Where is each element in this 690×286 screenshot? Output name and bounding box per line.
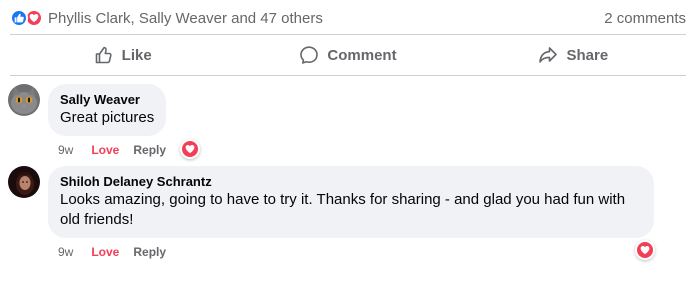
reaction-icons[interactable] — [10, 9, 43, 27]
heart-reaction-badge[interactable] — [180, 139, 200, 159]
comment-count[interactable]: 2 comments — [604, 10, 686, 27]
comment-text: Great pictures — [60, 109, 155, 126]
like-reaction-icon — [10, 9, 28, 27]
action-bar: Like Comment Share — [10, 36, 686, 74]
divider — [10, 34, 686, 35]
reactors-text[interactable]: Phyllis Clark, Sally Weaver and 47 other… — [48, 10, 323, 27]
avatar[interactable] — [8, 84, 40, 116]
heart-reaction-badge[interactable] — [635, 240, 655, 260]
speech-bubble-icon — [300, 46, 319, 64]
comment-meta: 9w Love Reply — [58, 245, 166, 259]
comment-bubble: Sally Weaver Great pictures — [48, 84, 167, 136]
avatar[interactable] — [8, 166, 40, 198]
thumbs-up-icon — [95, 46, 112, 64]
love-reaction-link[interactable]: Love — [91, 245, 119, 259]
comment-bubble: Shiloh Delaney Schrantz Looks amazing, g… — [48, 166, 654, 238]
comment-text: Looks amazing, going to have to try it. … — [60, 191, 626, 228]
reply-link[interactable]: Reply — [133, 143, 166, 157]
comment-item: Shiloh Delaney Schrantz Looks amazing, g… — [8, 166, 654, 238]
reaction-summary: Phyllis Clark, Sally Weaver and 47 other… — [10, 8, 686, 28]
divider — [10, 75, 686, 76]
heart-icon — [640, 245, 650, 255]
love-reaction-link[interactable]: Love — [91, 143, 119, 157]
reply-link[interactable]: Reply — [133, 245, 166, 259]
comment-timestamp[interactable]: 9w — [58, 245, 73, 259]
heart-icon — [185, 144, 195, 154]
comment-author[interactable]: Shiloh Delaney Schrantz — [60, 174, 642, 190]
like-button[interactable]: Like — [10, 36, 235, 74]
like-label: Like — [121, 46, 152, 64]
share-button[interactable]: Share — [461, 36, 686, 74]
share-label: Share — [566, 46, 609, 64]
comment-item: Sally Weaver Great pictures — [8, 84, 167, 136]
share-arrow-icon — [539, 47, 558, 63]
comment-author[interactable]: Sally Weaver — [60, 92, 154, 108]
comment-meta: 9w Love Reply — [58, 143, 166, 157]
comment-label: Comment — [327, 46, 397, 64]
comment-timestamp[interactable]: 9w — [58, 143, 73, 157]
comment-button[interactable]: Comment — [235, 36, 460, 74]
